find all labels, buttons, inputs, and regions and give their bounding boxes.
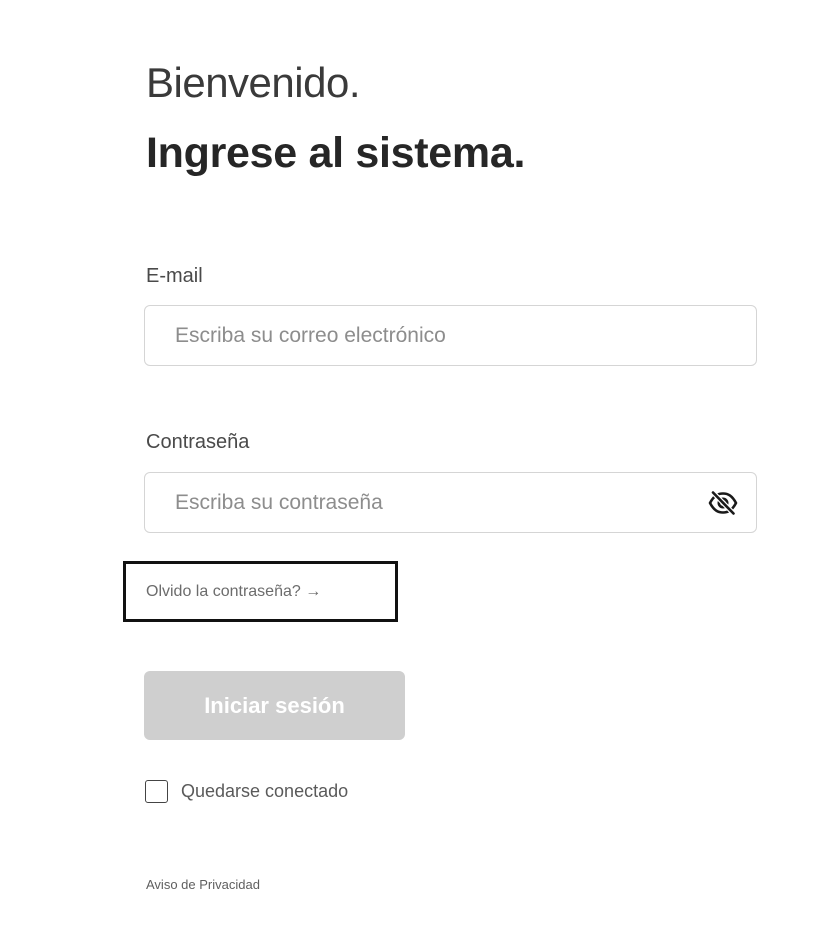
eye-slash-icon[interactable] (706, 488, 740, 518)
page-title: Ingrese al sistema. (146, 129, 526, 177)
login-button[interactable]: Iniciar sesión (144, 671, 405, 740)
forgot-password-link[interactable]: Olvido la contraseña? → (146, 583, 321, 601)
login-page: Bienvenido. Ingrese al sistema. E-mail C… (0, 0, 820, 952)
password-field[interactable] (145, 473, 756, 532)
password-label: Contraseña (146, 431, 250, 453)
remember-checkbox[interactable] (145, 780, 168, 803)
privacy-link[interactable]: Aviso de Privacidad (146, 877, 260, 892)
email-field-container (144, 305, 757, 366)
remember-label: Quedarse conectado (181, 781, 349, 801)
forgot-password-highlight: Olvido la contraseña? → (123, 561, 398, 622)
email-field[interactable] (145, 306, 756, 365)
email-label: E-mail (146, 265, 203, 287)
welcome-heading: Bienvenido. (146, 59, 361, 106)
password-field-container (144, 472, 757, 533)
remember-me[interactable]: Quedarse conectado (145, 780, 348, 803)
